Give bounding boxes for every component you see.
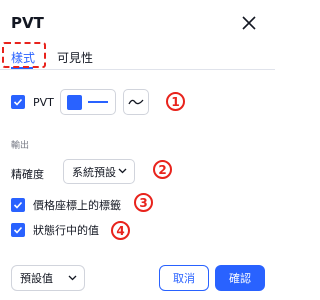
precision-label: 精確度 <box>11 168 44 181</box>
status-line-checkbox[interactable] <box>11 223 25 237</box>
color-picker-button[interactable] <box>60 89 116 115</box>
status-line-row: 狀態行中的值 <box>11 222 99 238</box>
dialog-title: PVT <box>11 14 44 32</box>
pvt-checkbox[interactable] <box>11 95 25 109</box>
highlight-box <box>2 42 46 68</box>
line-style-sample <box>88 101 108 103</box>
cancel-button[interactable]: 取消 <box>159 265 209 291</box>
wave-line-icon <box>128 99 144 105</box>
chevron-down-icon <box>68 275 77 281</box>
annotation-4: 4 <box>111 221 130 240</box>
defaults-dropdown[interactable]: 預設值 <box>11 265 85 291</box>
price-scale-checkbox[interactable] <box>11 198 25 212</box>
precision-value: 系統預設 <box>72 165 116 179</box>
price-scale-row: 價格座標上的標籤 <box>11 197 121 213</box>
ok-button[interactable]: 確認 <box>215 265 265 291</box>
check-icon <box>13 201 23 209</box>
chevron-down-icon <box>118 168 127 174</box>
annotation-3: 3 <box>134 193 153 212</box>
defaults-label: 預設值 <box>20 272 53 285</box>
check-icon <box>13 226 23 234</box>
tab-visibility[interactable]: 可見性 <box>57 49 93 66</box>
color-swatch <box>67 94 82 110</box>
annotation-2: 2 <box>153 160 172 179</box>
output-section-label: 輸出 <box>11 141 30 151</box>
price-scale-label: 價格座標上的標籤 <box>33 199 121 212</box>
check-icon <box>13 98 23 106</box>
pvt-row: PVT <box>11 95 54 109</box>
annotation-1: 1 <box>166 92 185 111</box>
plot-type-button[interactable] <box>123 89 149 115</box>
pvt-label: PVT <box>33 95 54 109</box>
status-line-label: 狀態行中的值 <box>33 224 99 237</box>
close-icon[interactable] <box>240 14 258 32</box>
precision-select[interactable]: 系統預設 <box>63 159 135 184</box>
